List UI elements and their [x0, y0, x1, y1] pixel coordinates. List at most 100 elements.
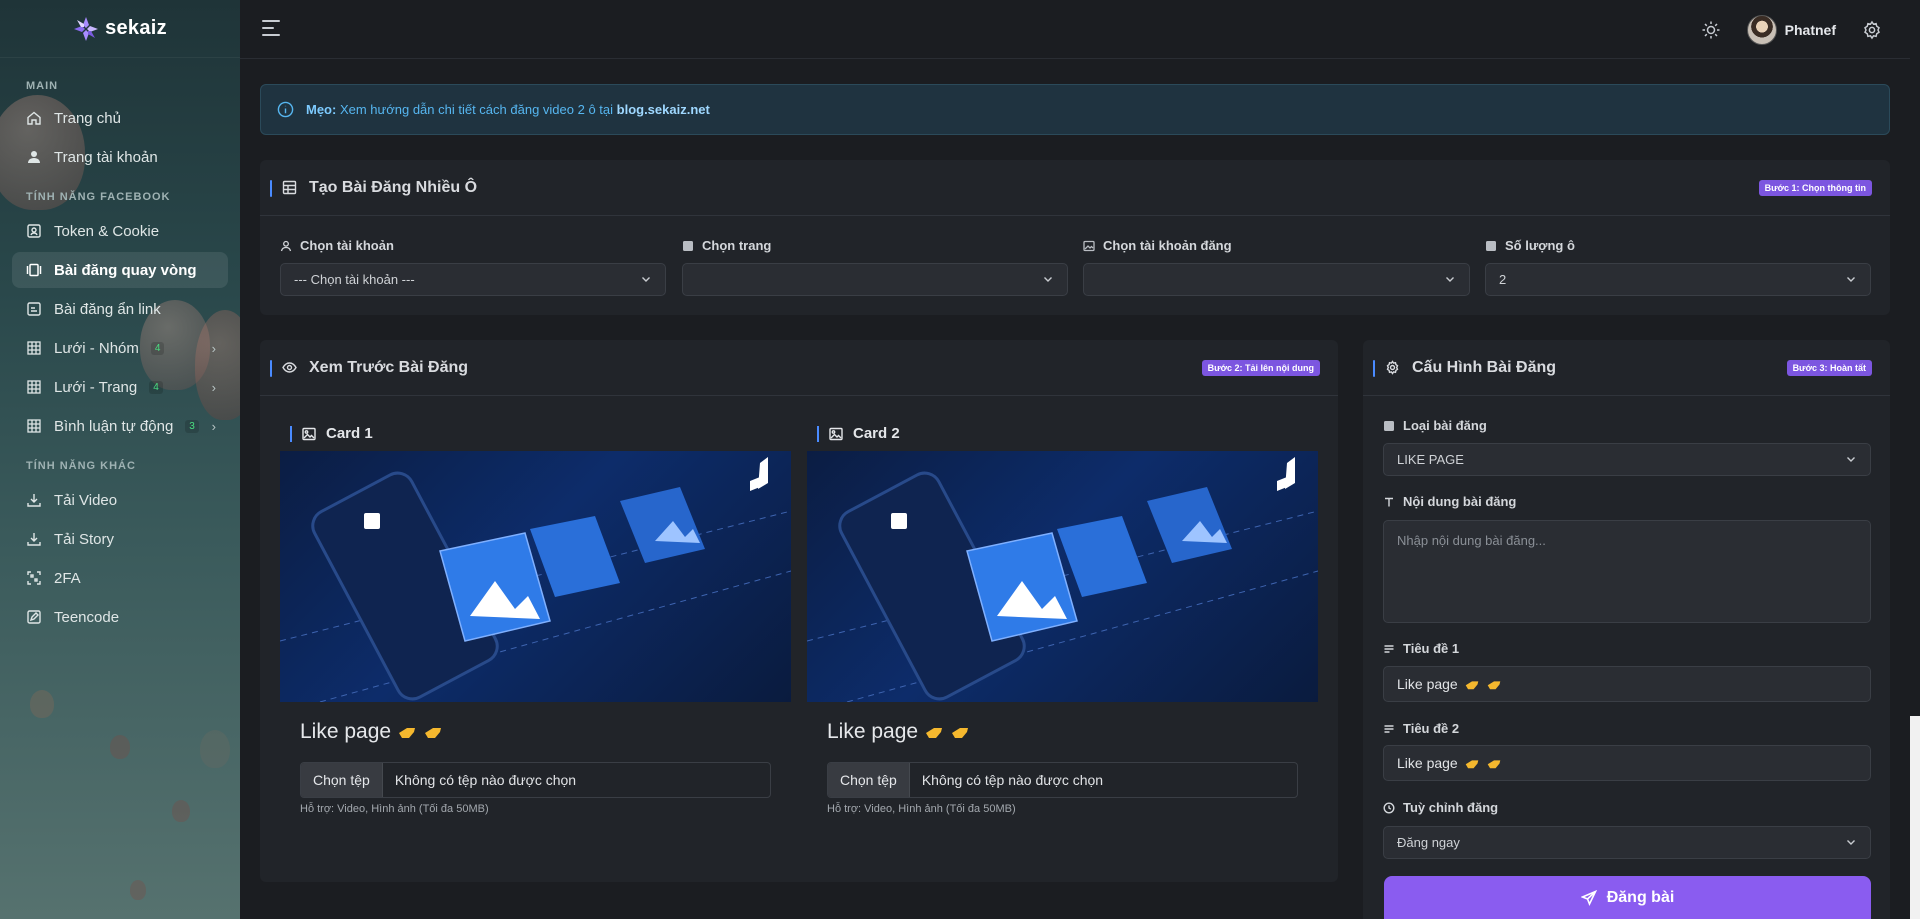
pointing-hand-icon: [1465, 759, 1479, 768]
section-label-facebook: TÍNH NĂNG FACEBOOK: [26, 191, 171, 203]
pointing-hand-icon: [926, 728, 943, 738]
sidebar-item-teencode[interactable]: Teencode: [12, 599, 228, 635]
brand-logo[interactable]: sekaiz: [0, 0, 240, 58]
preview-card-2-header: Card 2: [817, 425, 900, 442]
grid-icon: [26, 379, 42, 395]
sidebar-item-carousel-post[interactable]: Bài đăng quay vòng: [12, 252, 228, 288]
download-icon: [26, 492, 42, 508]
item-count-badge: 3: [185, 419, 199, 433]
schedule-label: Tuỳ chỉnh đăng: [1383, 800, 1498, 815]
account-select-label: Chọn tài khoản: [280, 238, 394, 253]
sidebar-item-grid-group[interactable]: Lưới - Nhóm 4 ›: [12, 330, 228, 366]
chevron-right-icon: ›: [211, 379, 216, 395]
username[interactable]: Phatnef: [1785, 22, 1836, 38]
image-link-icon: [26, 301, 42, 317]
choose-file-button[interactable]: Chọn tệp: [301, 763, 383, 797]
card-header: Xem Trước Bài Đăng Bước 2: Tải lên nội d…: [260, 340, 1338, 396]
lines-icon: [1383, 643, 1395, 655]
preview-image-1[interactable]: [280, 451, 791, 702]
schedule-select[interactable]: Đăng ngay: [1383, 826, 1871, 859]
sidebar-item-label: Bài đăng quay vòng: [54, 261, 197, 279]
sidebar-item-label: Bài đăng ẩn link: [54, 300, 161, 318]
page-select[interactable]: [682, 263, 1068, 296]
carousel-illustration: [280, 457, 791, 702]
alert-body: Xem hướng dẫn chi tiết cách đăng video 2…: [336, 102, 617, 117]
preview-image-2[interactable]: [807, 451, 1318, 702]
chevron-down-icon: [1847, 840, 1855, 845]
chevron-down-icon: [1847, 457, 1855, 462]
download-icon: [26, 531, 42, 547]
sidebar-item-download-video[interactable]: Tải Video: [12, 482, 228, 518]
theme-toggle-icon[interactable]: [1701, 20, 1721, 40]
file-input-1[interactable]: Chọn tệp Không có tệp nào được chọn: [300, 762, 771, 798]
sidebar-item-download-story[interactable]: Tải Story: [12, 521, 228, 557]
title1-input[interactable]: Like page: [1383, 666, 1871, 702]
sidebar-item-label: Trang tài khoản: [54, 148, 158, 166]
info-icon: [277, 101, 294, 118]
pointing-hand-icon: [1487, 680, 1501, 689]
square-icon: [1383, 420, 1395, 432]
text-icon: [1383, 496, 1395, 508]
sidebar-item-label: Lưới - Nhóm: [54, 339, 139, 357]
choose-file-button[interactable]: Chọn tệp: [828, 763, 910, 797]
sekaiz-logo-icon: [74, 16, 99, 41]
scrollbar-thumb[interactable]: [1910, 716, 1920, 919]
sidebar-item-label: Trang chủ: [54, 109, 121, 127]
sidebar-item-account[interactable]: Trang tài khoản: [12, 139, 228, 175]
blog-link[interactable]: blog.sekaiz.net: [617, 102, 710, 117]
content-textarea[interactable]: Nhập nội dung bài đăng...: [1383, 520, 1871, 623]
posting-account-select[interactable]: [1083, 263, 1470, 296]
step-badge: Bước 1: Chọn thông tin: [1758, 179, 1872, 196]
step-badge: Bước 2: Tải lên nội dung: [1201, 359, 1320, 376]
sidebar-item-home[interactable]: Trang chủ: [12, 100, 228, 136]
cell-count-select[interactable]: 2: [1485, 263, 1871, 296]
card-header: Cấu Hình Bài Đăng Bước 3: Hoàn tất: [1363, 340, 1890, 396]
gear-icon[interactable]: [1862, 20, 1882, 40]
brand-name: sekaiz: [105, 17, 167, 39]
file-input-2[interactable]: Chọn tệp Không có tệp nào được chọn: [827, 762, 1298, 798]
preview-card: Xem Trước Bài Đăng Bước 2: Tải lên nội d…: [260, 340, 1338, 882]
sidebar-item-label: 2FA: [54, 569, 81, 587]
create-post-card: Tạo Bài Đăng Nhiều Ô Bước 1: Chọn thông …: [260, 160, 1890, 315]
avatar[interactable]: [1746, 14, 1777, 45]
chevron-right-icon: ›: [211, 418, 216, 434]
image-icon: [829, 427, 843, 441]
menu-toggle-icon[interactable]: [262, 20, 280, 36]
app: sekaiz MAIN Trang chủ Trang tài khoản TÍ…: [0, 0, 1920, 919]
account-select[interactable]: --- Chọn tài khoản ---: [280, 263, 666, 296]
sidebar-item-label: Teencode: [54, 608, 120, 626]
title2-input[interactable]: Like page: [1383, 745, 1871, 781]
alert-prefix: Mẹo:: [306, 102, 337, 117]
sidebar-item-hidden-link-post[interactable]: Bài đăng ẩn link: [12, 291, 228, 327]
preview-card-1-header: Card 1: [290, 425, 373, 442]
pointing-hand-icon: [1465, 680, 1479, 689]
pointing-hand-icon: [1487, 759, 1501, 768]
user-icon: [26, 149, 42, 165]
section-label-other: TÍNH NĂNG KHÁC: [26, 460, 136, 472]
clock-icon: [1383, 801, 1395, 814]
card-header: Tạo Bài Đăng Nhiều Ô Bước 1: Chọn thông …: [260, 160, 1890, 216]
config-card: Cấu Hình Bài Đăng Bước 3: Hoàn tất Loại …: [1363, 340, 1890, 919]
carousel-icon: [26, 262, 42, 278]
step-badge: Bước 3: Hoàn tất: [1786, 359, 1872, 376]
image-icon: [302, 427, 316, 441]
post-type-select[interactable]: LIKE PAGE: [1383, 443, 1871, 476]
user-outline-icon: [280, 240, 292, 252]
sidebar-item-grid-page[interactable]: Lưới - Trang 4 ›: [12, 369, 228, 405]
submit-post-button[interactable]: Đăng bài: [1384, 876, 1871, 919]
pointing-hand-icon: [425, 728, 442, 738]
sidebar-item-label: Bình luận tự động: [54, 417, 174, 435]
home-icon: [26, 110, 42, 126]
eye-icon: [282, 360, 297, 375]
sidebar-item-2fa[interactable]: 2FA: [12, 560, 228, 596]
sidebar-item-auto-comment[interactable]: Bình luận tự động 3 ›: [12, 408, 228, 444]
card-title: Cấu Hình Bài Đăng: [1412, 358, 1557, 376]
page-select-label: Chọn trang: [682, 238, 771, 253]
card-title: Xem Trước Bài Đăng: [309, 358, 469, 376]
chevron-right-icon: ›: [211, 340, 216, 356]
sidebar-item-token-cookie[interactable]: Token & Cookie: [12, 213, 228, 249]
sidebar-item-label: Token & Cookie: [54, 222, 160, 240]
page-scrollbar[interactable]: [1910, 0, 1920, 919]
edit-square-icon: [26, 609, 42, 625]
scan-icon: [26, 570, 42, 586]
